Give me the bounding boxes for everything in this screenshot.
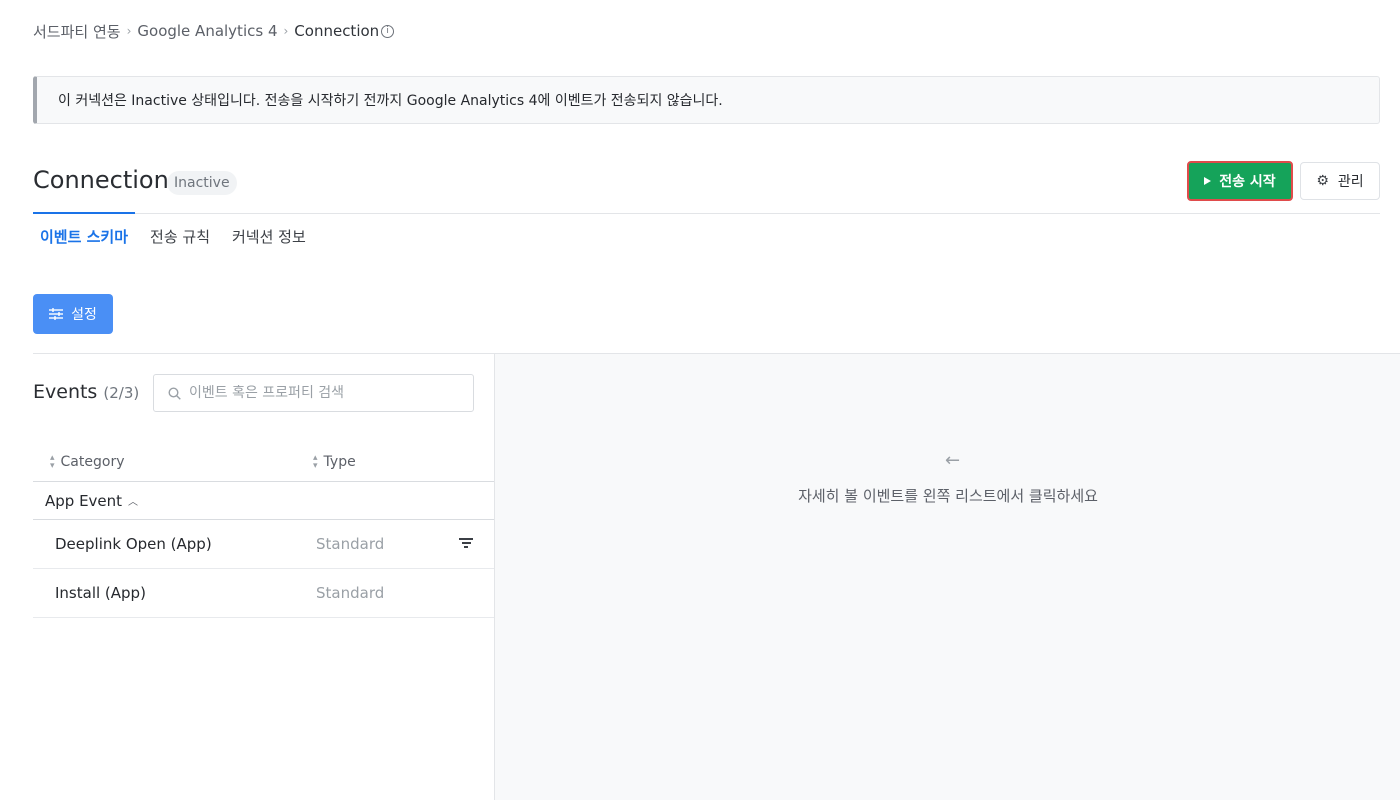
tab-bar: 이벤트 스키마 전송 규칙 커넥션 정보 (33, 212, 321, 253)
column-category[interactable]: ▴ ▾ Category (50, 453, 125, 471)
sort-icon: ▴ ▾ (313, 453, 318, 471)
chevron-up-icon: ︿ (128, 497, 139, 508)
search-input[interactable] (189, 385, 449, 401)
event-type: Standard (316, 584, 385, 602)
event-name: Deeplink Open (App) (55, 535, 212, 553)
event-type: Standard (316, 535, 385, 553)
play-icon (1204, 177, 1212, 185)
chevron-right-icon: › (283, 24, 289, 38)
detail-hint: 자세히 볼 이벤트를 왼쪽 리스트에서 클릭하세요 (798, 487, 1098, 505)
group-label: App Event (45, 491, 123, 510)
filter-icon[interactable] (459, 538, 473, 549)
settings-button[interactable]: 설정 (33, 294, 113, 334)
page-header: Connection Inactive 전송 시작 ⚙ 관리 (33, 160, 1380, 204)
status-badge: Inactive (167, 171, 237, 195)
start-sending-label: 전송 시작 (1219, 174, 1276, 190)
breadcrumb-item-ga4[interactable]: Google Analytics 4 (137, 22, 277, 40)
events-heading: Events (2/3) (33, 381, 139, 403)
start-sending-button[interactable]: 전송 시작 (1187, 161, 1293, 201)
events-title: Events (33, 381, 98, 403)
events-count: (2/3) (103, 384, 140, 402)
table-row[interactable]: Deeplink Open (App) Standard (33, 520, 494, 569)
group-app-event[interactable]: App Event ︿ (33, 482, 494, 520)
tab-connection-info[interactable]: 커넥션 정보 (225, 213, 313, 253)
settings-label: 설정 (71, 307, 97, 323)
table-header: ▴ ▾ Category ▴ ▾ Type (33, 446, 494, 482)
banner-message: 이 커넥션은 Inactive 상태입니다. 전송을 시작하기 전까지 Goog… (58, 93, 723, 109)
column-category-label: Category (60, 454, 125, 470)
breadcrumb-item-current: Connection (294, 22, 380, 40)
arrow-left-icon: ← (945, 450, 961, 471)
table-row[interactable]: Install (App) Standard (33, 569, 494, 618)
manage-label: 관리 (1337, 174, 1364, 190)
events-table: ▴ ▾ Category ▴ ▾ Type App Event ︿ Deeplink… (33, 446, 494, 618)
breadcrumb: 서드파티 연동 › Google Analytics 4 › Connectio… (33, 21, 395, 42)
chevron-right-icon: › (126, 24, 132, 38)
event-search[interactable] (153, 374, 474, 412)
page-title: Connection (33, 166, 169, 194)
event-detail-panel: ← 자세히 볼 이벤트를 왼쪽 리스트에서 클릭하세요 (494, 354, 1400, 800)
column-type-label: Type (323, 454, 356, 470)
breadcrumb-item-third-party[interactable]: 서드파티 연동 (33, 21, 121, 42)
info-circle-icon[interactable]: i (381, 24, 395, 38)
sort-icon: ▴ ▾ (50, 453, 55, 471)
gear-icon: ⚙ (1316, 173, 1329, 189)
tab-event-schema[interactable]: 이벤트 스키마 (33, 212, 136, 253)
search-icon (168, 386, 181, 400)
sliders-icon (49, 308, 64, 320)
event-name: Install (App) (55, 584, 146, 602)
column-type[interactable]: ▴ ▾ Type (313, 453, 356, 471)
manage-button[interactable]: ⚙ 관리 (1300, 162, 1380, 200)
tab-sending-rules[interactable]: 전송 규칙 (143, 213, 217, 253)
inactive-notice-banner: 이 커넥션은 Inactive 상태입니다. 전송을 시작하기 전까지 Goog… (33, 76, 1380, 124)
